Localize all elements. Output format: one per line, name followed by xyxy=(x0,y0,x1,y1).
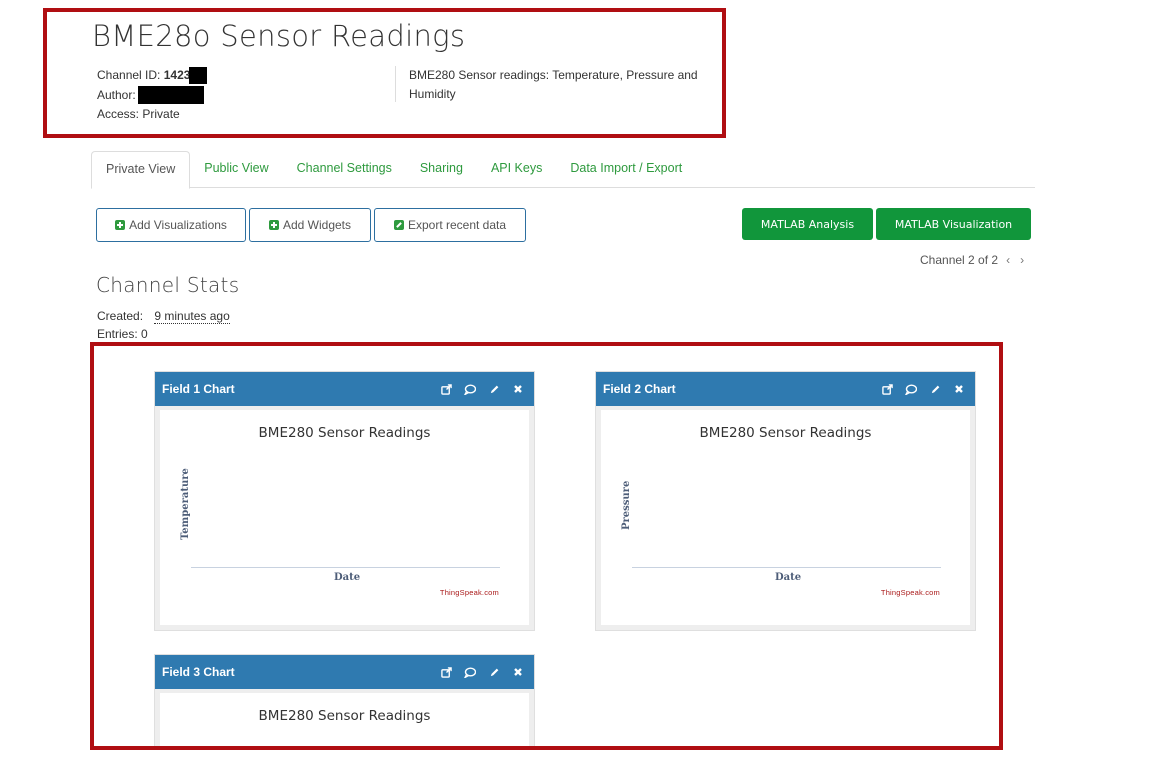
chart-title: BME280 Sensor Readings xyxy=(699,425,872,441)
chart-panel-title: Field 3 Chart xyxy=(162,665,235,679)
channel-description: BME280 Sensor readings: Temperature, Pre… xyxy=(409,68,698,101)
external-link-icon[interactable] xyxy=(881,383,893,395)
tab-public-view[interactable]: Public View xyxy=(190,151,282,188)
author-row: Author: xyxy=(97,86,207,106)
external-link-icon[interactable] xyxy=(440,383,452,395)
created-value: 9 minutes ago xyxy=(154,309,230,324)
close-icon[interactable] xyxy=(953,383,965,395)
channel-id-value: 1423 xyxy=(163,68,191,82)
channel-tabs: Private View Public View Channel Setting… xyxy=(91,151,1035,189)
chart-y-axis-label: Temperature xyxy=(180,468,191,540)
add-widgets-label: Add Widgets xyxy=(282,218,352,232)
chart-tools xyxy=(440,666,524,678)
field-1-chart-panel: Field 1 Chart BME280 Sensor Readings Tem… xyxy=(154,371,535,631)
chevron-left-icon[interactable]: ‹ xyxy=(1004,253,1012,267)
tab-data-import-export[interactable]: Data Import / Export xyxy=(556,151,696,188)
chart-credit-link[interactable]: ThingSpeak.com xyxy=(881,588,940,597)
stats-created: Created: 9 minutes ago xyxy=(97,309,230,324)
stats-entries: Entries: 0 xyxy=(97,327,148,341)
add-widgets-button[interactable]: Add Widgets xyxy=(249,208,371,242)
close-icon[interactable] xyxy=(512,383,524,395)
external-link-icon[interactable] xyxy=(440,666,452,678)
export-icon xyxy=(393,220,404,230)
pencil-icon[interactable] xyxy=(488,666,500,678)
tab-channel-settings[interactable]: Channel Settings xyxy=(283,151,406,188)
chart-tools xyxy=(881,383,965,395)
channel-pager: Channel 2 of 2 ‹ › xyxy=(920,253,1026,267)
tab-private-view[interactable]: Private View xyxy=(91,151,191,189)
chevron-right-icon[interactable]: › xyxy=(1018,253,1026,267)
redaction-block xyxy=(137,86,204,105)
comment-icon[interactable] xyxy=(464,383,476,395)
add-visualizations-button[interactable]: Add Visualizations xyxy=(96,208,246,242)
matlab-visualization-button[interactable]: MATLAB Visualization xyxy=(876,208,1031,240)
tab-api-keys[interactable]: API Keys xyxy=(477,151,556,188)
channel-stats-title: Channel Stats xyxy=(96,273,240,297)
entries-value: 0 xyxy=(141,327,148,341)
redaction-block xyxy=(189,67,208,85)
chart-title: BME280 Sensor Readings xyxy=(258,425,431,441)
chart-tools xyxy=(440,383,524,395)
channel-id-row: Channel ID: 1423 xyxy=(97,66,208,86)
meta-divider xyxy=(395,66,396,102)
chart-panel-header: Field 1 Chart xyxy=(155,372,534,406)
chart-y-axis-label: Pressure xyxy=(621,480,632,530)
chart-x-axis-label: Date xyxy=(775,572,802,583)
access-value: Private xyxy=(142,107,180,121)
comment-icon[interactable] xyxy=(905,383,917,395)
chart-x-axis xyxy=(191,567,500,568)
chart-area: BME280 Sensor Readings Temperature Date … xyxy=(160,410,529,625)
chart-panel-header: Field 3 Chart xyxy=(155,655,534,689)
chart-credit-link[interactable]: ThingSpeak.com xyxy=(440,588,499,597)
plus-square-icon xyxy=(268,220,279,230)
comment-icon[interactable] xyxy=(464,666,476,678)
created-label: Created: xyxy=(97,309,144,323)
chart-x-axis xyxy=(632,567,941,568)
access-row: Access: Private xyxy=(97,105,207,125)
export-recent-data-label: Export recent data xyxy=(407,218,507,232)
chart-x-axis-label: Date xyxy=(334,572,361,583)
chart-panel-title: Field 1 Chart xyxy=(162,382,235,396)
chart-area: BME280 Sensor Readings xyxy=(160,693,529,746)
pencil-icon[interactable] xyxy=(929,383,941,395)
close-icon[interactable] xyxy=(512,666,524,678)
author-label: Author: xyxy=(97,87,136,102)
add-visualizations-label: Add Visualizations xyxy=(129,218,227,232)
chart-panel-header: Field 2 Chart xyxy=(596,372,975,406)
field-2-chart-panel: Field 2 Chart BME280 Sensor Readings Pre… xyxy=(595,371,976,631)
export-recent-data-button[interactable]: Export recent data xyxy=(374,208,526,242)
channel-pager-text: Channel 2 of 2 xyxy=(920,253,999,267)
page-title: BME28o Sensor Readings xyxy=(92,19,466,53)
matlab-analysis-button[interactable]: MATLAB Analysis xyxy=(742,208,873,240)
field-3-chart-panel: Field 3 Chart BME280 Sensor Readings xyxy=(154,654,535,746)
access-label: Access: xyxy=(97,107,140,121)
chart-title: BME280 Sensor Readings xyxy=(258,708,431,724)
entries-label: Entries: xyxy=(97,327,138,341)
pencil-icon[interactable] xyxy=(488,383,500,395)
channel-id-label: Channel ID: xyxy=(97,68,161,82)
chart-area: BME280 Sensor Readings Pressure Date Thi… xyxy=(601,410,970,625)
channel-meta: Channel ID: 1423 Author: Access: Private xyxy=(97,66,208,125)
plus-square-icon xyxy=(115,220,126,230)
tab-sharing[interactable]: Sharing xyxy=(406,151,477,188)
chart-panel-title: Field 2 Chart xyxy=(603,382,676,396)
